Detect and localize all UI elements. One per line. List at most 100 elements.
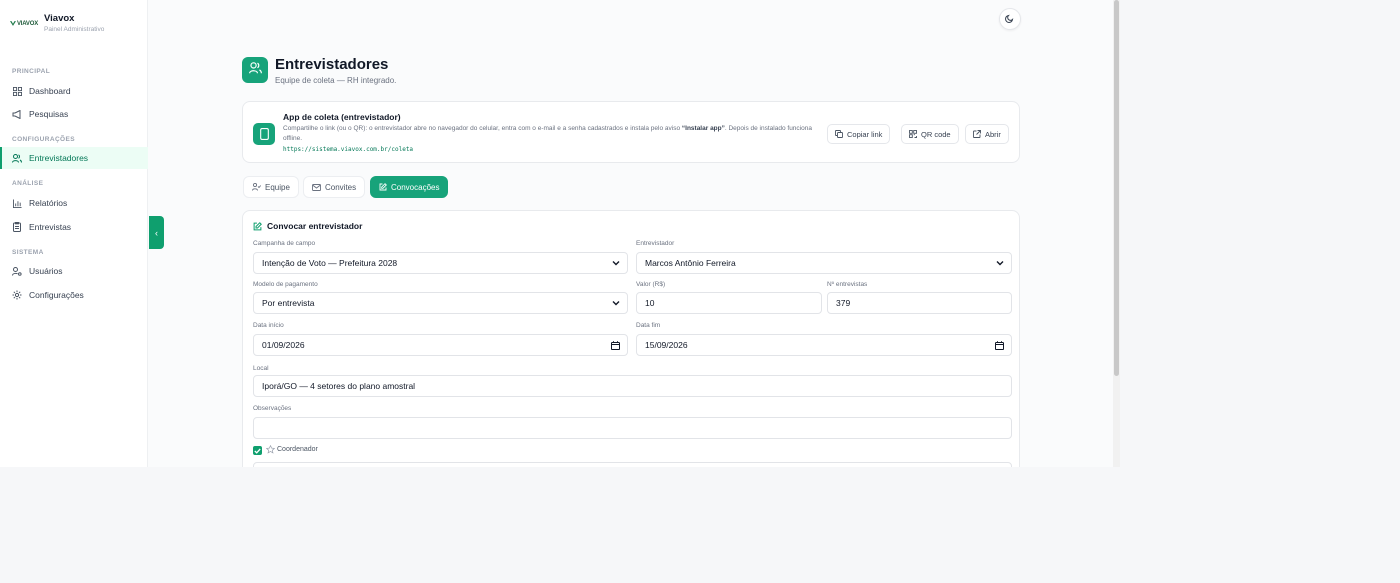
edit-icon [379, 183, 387, 191]
calendar-icon[interactable] [995, 341, 1004, 350]
open-button[interactable]: Abrir [965, 124, 1009, 144]
observacoes-input[interactable] [253, 417, 1012, 439]
star-icon [266, 445, 275, 454]
smartphone-icon [253, 123, 275, 145]
valor-value: 10 [645, 298, 655, 308]
brand[interactable]: VIAVOX Viavox Painel Administrativo [10, 13, 104, 34]
data-fim-input[interactable]: 15/09/2026 [636, 334, 1012, 356]
app-card-desc-before: Compartilhe o link (ou o QR): o entrevis… [283, 125, 682, 132]
chevron-down-icon [612, 259, 620, 267]
sidebar-item-entrevistadores[interactable]: Entrevistadores [0, 147, 148, 169]
data-inicio-label: Data início [253, 322, 284, 329]
page-title: Entrevistadores [275, 56, 389, 73]
form-title: Convocar entrevistador [253, 221, 362, 231]
brand-logo-text: VIAVOX [16, 20, 38, 27]
data-fim-value: 15/09/2026 [645, 340, 688, 350]
entrevistador-value: Marcos Antônio Ferreira [645, 258, 736, 268]
form-title-text: Convocar entrevistador [267, 221, 363, 231]
megaphone-icon [12, 109, 22, 119]
mail-icon [312, 183, 321, 191]
local-input[interactable]: Iporá/GO — 4 setores do plano amostral [253, 375, 1012, 397]
modelo-pagamento-value: Por entrevista [262, 298, 315, 308]
user-check-icon [252, 183, 261, 191]
sidebar-item-label: Pesquisas [29, 109, 69, 119]
page-icon [242, 57, 268, 83]
nav-section-principal: PRINCIPAL [12, 68, 51, 75]
scrollbar[interactable] [1113, 0, 1120, 467]
data-inicio-input[interactable]: 01/09/2026 [253, 334, 628, 356]
sidebar-item-label: Dashboard [29, 86, 71, 96]
chevron-left-icon: ‹ [155, 227, 158, 238]
observacoes-label: Observações [253, 405, 292, 412]
nav-section-analise: ANÁLISE [12, 180, 44, 187]
clipboard-icon [12, 222, 22, 232]
tab-equipe-label: Equipe [265, 182, 290, 192]
valor-label: Valor (R$) [636, 281, 666, 288]
edit-icon [253, 221, 262, 231]
user-cog-icon [12, 266, 22, 276]
brand-subtitle: Painel Administrativo [44, 26, 105, 33]
bar-chart-icon [12, 198, 22, 208]
campanha-select[interactable]: Intenção de Voto — Prefeitura 2028 [253, 252, 628, 274]
tab-convites-label: Convites [325, 182, 357, 192]
coordenador-checkbox[interactable] [253, 446, 262, 455]
scrollbar-thumb[interactable] [1114, 0, 1119, 376]
gear-icon [12, 290, 22, 300]
sidebar-item-configuracoes[interactable]: Configurações [0, 284, 148, 306]
app-collection-card: App de coleta (entrevistador) Compartilh… [242, 101, 1020, 163]
next-field-partial[interactable] [253, 462, 1012, 467]
tab-equipe[interactable]: Equipe [243, 176, 299, 198]
sidebar-collapse-button[interactable]: ‹ [149, 216, 164, 249]
calendar-icon[interactable] [611, 341, 620, 350]
valor-input[interactable]: 10 [636, 292, 822, 314]
sidebar-item-label: Relatórios [29, 198, 68, 208]
entrevistador-label: Entrevistador [636, 240, 675, 247]
nav-section-sistema: SISTEMA [12, 249, 44, 256]
app-card-desc-bold: “Instalar app” [681, 125, 725, 132]
tab-convocacoes-label: Convocações [391, 182, 440, 192]
sidebar-item-pesquisas[interactable]: Pesquisas [0, 103, 148, 125]
sidebar-item-label: Entrevistas [29, 222, 72, 232]
modelo-pagamento-label: Modelo de pagamento [253, 281, 318, 288]
copy-icon [835, 130, 843, 138]
sidebar-item-relatorios[interactable]: Relatórios [0, 192, 148, 214]
sidebar-item-label: Usuários [29, 266, 63, 276]
tab-convocacoes[interactable]: Convocações [370, 176, 449, 198]
chevron-down-icon [996, 259, 1004, 267]
users-icon [248, 61, 262, 79]
users-icon [12, 153, 22, 163]
sidebar-item-usuarios[interactable]: Usuários [0, 260, 148, 282]
data-inicio-value: 01/09/2026 [262, 340, 305, 350]
app-card-description: Compartilhe o link (ou o QR): o entrevis… [283, 124, 828, 143]
campanha-value: Intenção de Voto — Prefeitura 2028 [262, 258, 398, 268]
theme-toggle-button[interactable] [999, 8, 1021, 30]
modelo-pagamento-select[interactable]: Por entrevista [253, 292, 628, 314]
entrevistador-select[interactable]: Marcos Antônio Ferreira [636, 252, 1012, 274]
sidebar: VIAVOX Viavox Painel Administrativo PRIN… [0, 0, 148, 467]
app-link[interactable]: https://sistema.viavox.com.br/coleta [283, 146, 413, 153]
n-entrevistas-label: Nº entrevistas [827, 281, 868, 288]
data-fim-label: Data fim [636, 322, 661, 329]
nav-section-configuracoes: CONFIGURAÇÕES [12, 136, 75, 143]
app-card-title: App de coleta (entrevistador) [283, 112, 401, 122]
chevron-down-icon [612, 299, 620, 307]
sidebar-item-dashboard[interactable]: Dashboard [0, 80, 148, 102]
qr-code-icon [909, 130, 917, 138]
tab-convites[interactable]: Convites [303, 176, 366, 198]
brand-logo: VIAVOX [10, 14, 38, 34]
qr-code-button[interactable]: QR code [901, 124, 959, 144]
convocation-form-card: Convocar entrevistador Campanha de campo… [242, 210, 1020, 467]
grid-icon [12, 86, 22, 96]
n-entrevistas-input[interactable]: 379 [827, 292, 1012, 314]
sidebar-item-label: Entrevistadores [29, 153, 89, 163]
page-subtitle: Equipe de coleta — RH integrado. [275, 76, 397, 85]
open-label: Abrir [985, 129, 1001, 139]
sidebar-item-label: Configurações [29, 290, 84, 300]
coordenador-label: Coordenador [277, 446, 318, 453]
campanha-label: Campanha de campo [253, 240, 316, 247]
moon-icon [1005, 10, 1015, 28]
copy-link-label: Copiar link [847, 129, 883, 139]
sidebar-item-entrevistas[interactable]: Entrevistas [0, 216, 148, 238]
copy-link-button[interactable]: Copiar link [827, 124, 891, 144]
local-label: Local [253, 365, 269, 372]
